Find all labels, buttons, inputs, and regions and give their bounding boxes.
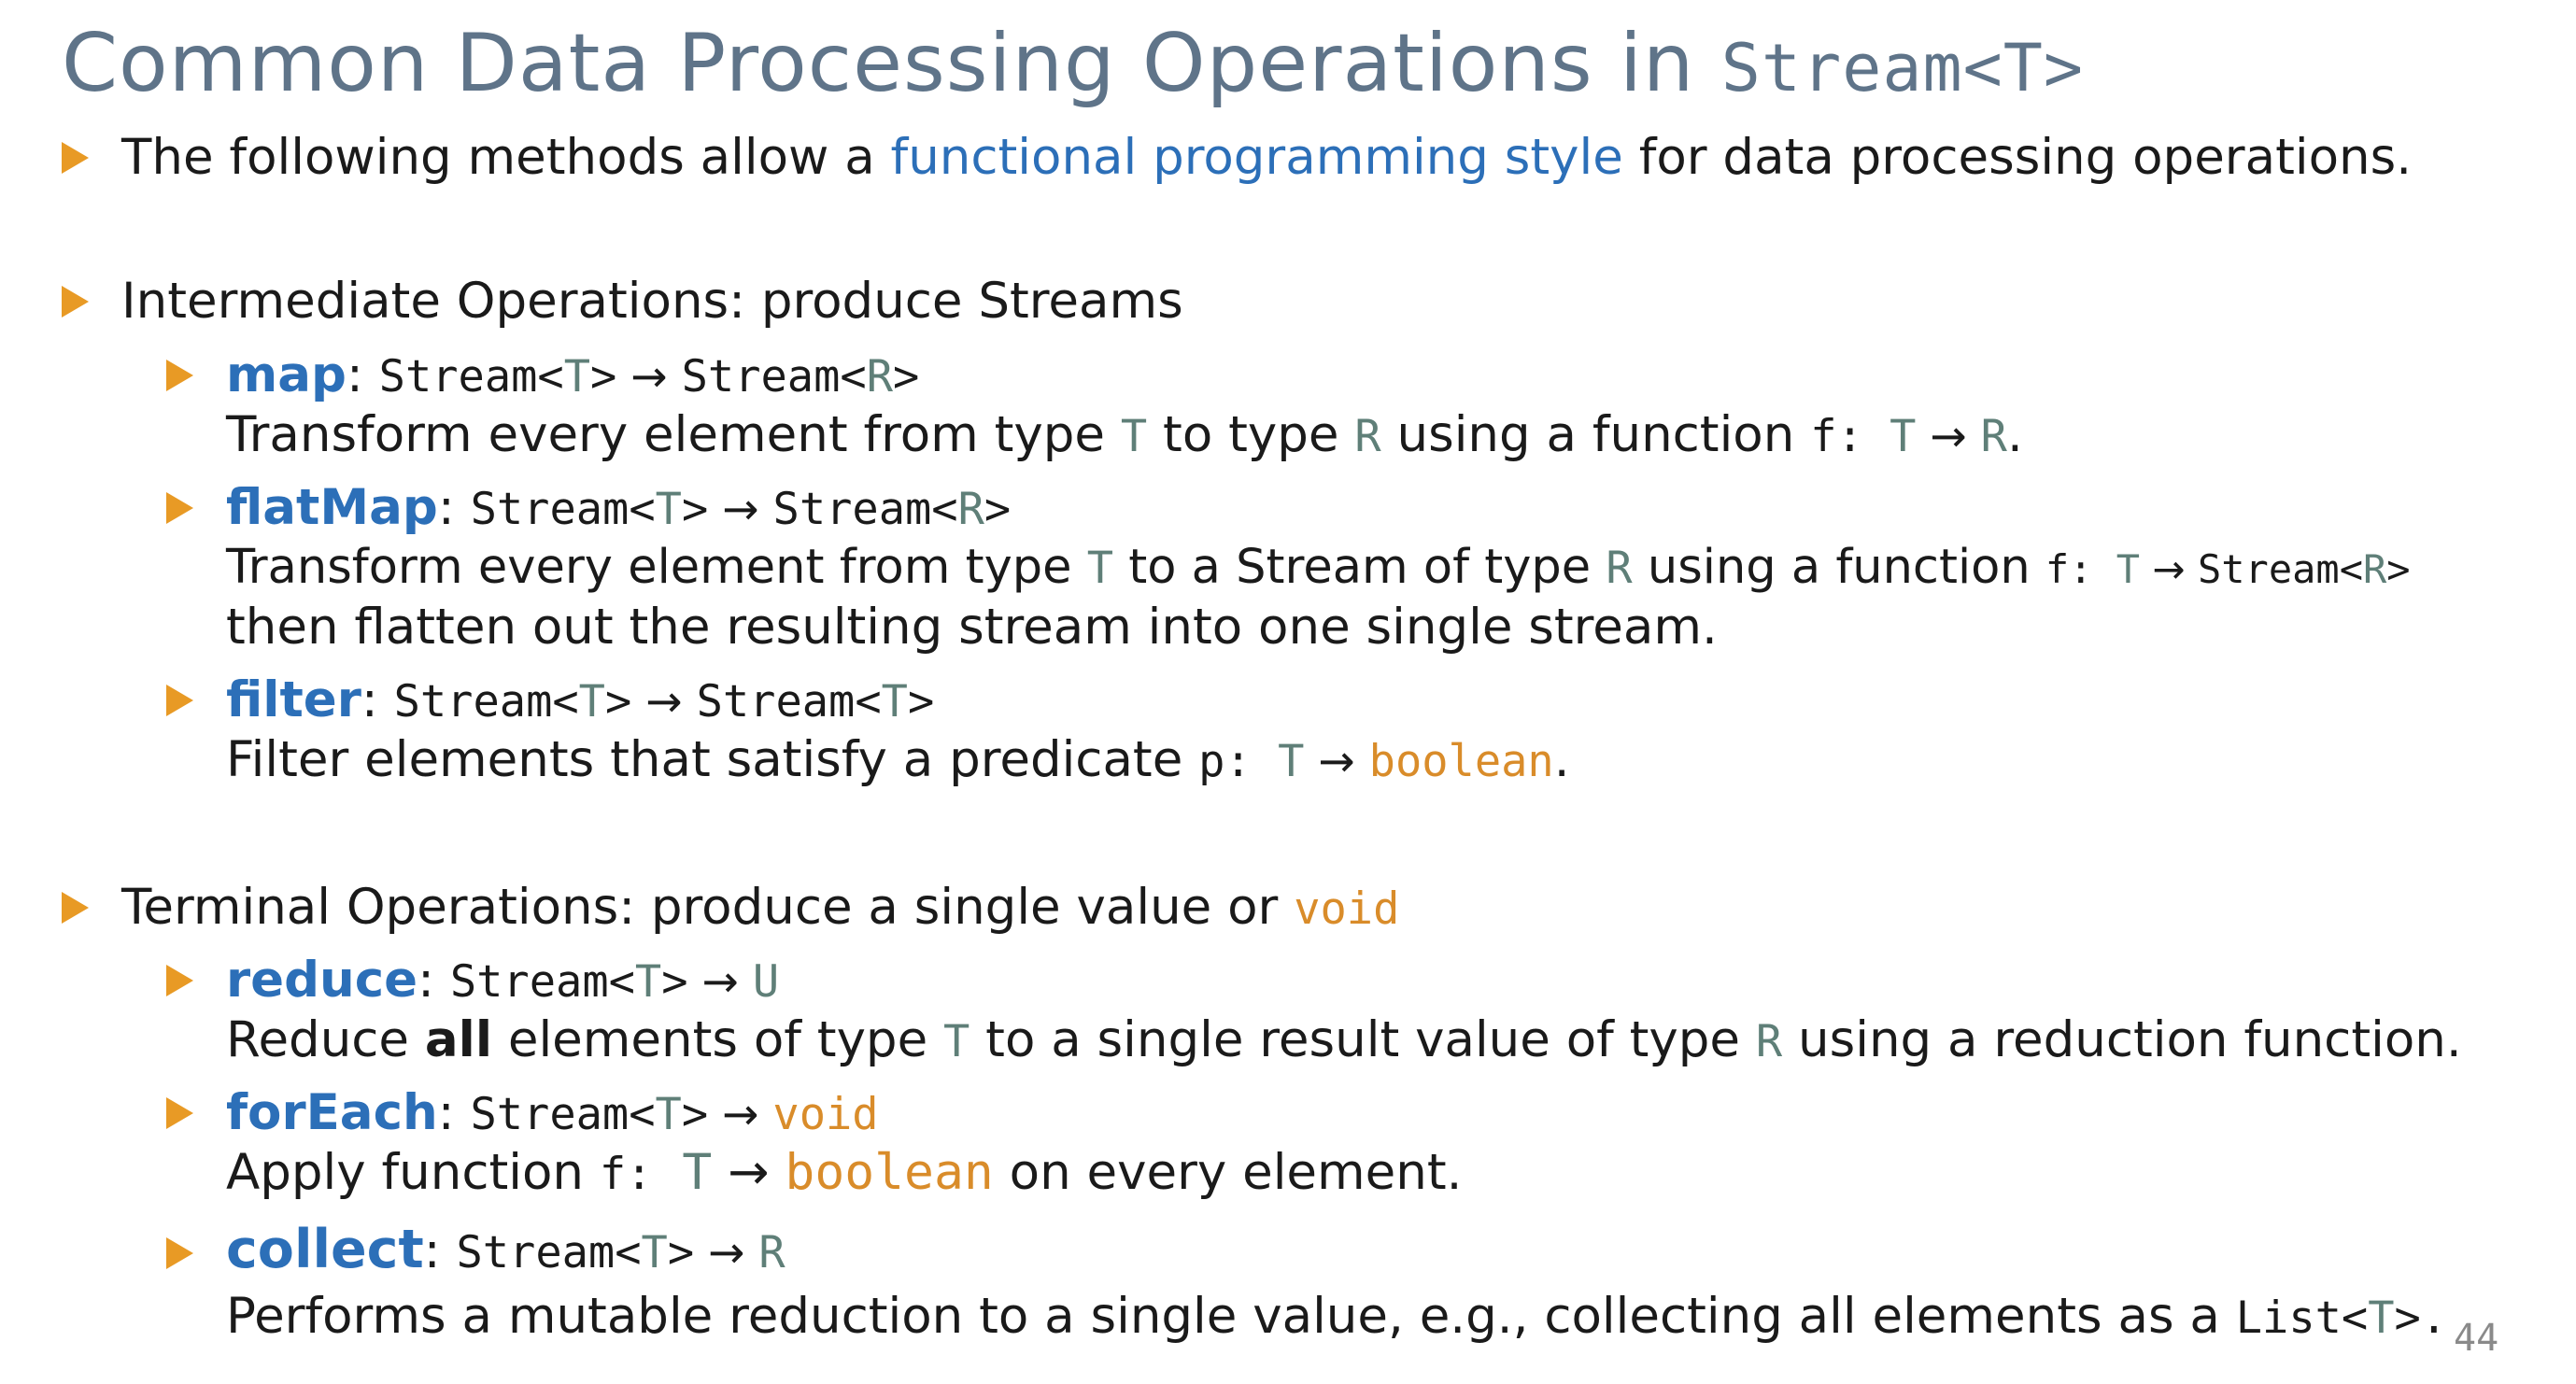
bullet-icon [62,142,89,174]
collect-description: Performs a mutable reduction to a single… [226,1288,2448,1345]
arrow-icon: → [722,484,759,535]
bullet-icon [166,1237,193,1269]
arrow-icon: → [722,1089,759,1140]
arrow-icon: → [1930,411,1967,462]
map-signature: map: Stream<T> → Stream<R> [226,346,920,403]
arrow-icon: → [645,676,683,727]
method-name-reduce: reduce [226,952,418,1009]
method-name-collect: collect [226,1219,424,1280]
collect-signature: collect: Stream<T> → R [226,1219,786,1280]
bullet-icon [166,1097,193,1129]
arrow-icon: → [630,351,668,402]
bullet-icon [166,492,193,524]
bullet-icon [166,360,193,391]
intro-highlight: functional programming style [890,129,1623,186]
bullet-icon [166,965,193,996]
arrow-icon: → [728,1144,770,1201]
reduce-signature: reduce: Stream<T> → U [226,952,780,1009]
slide: Common Data Processing Operations in Str… [0,0,2576,1384]
page-number: 44 [2454,1317,2499,1360]
method-name-map: map [226,346,347,403]
intermediate-heading: Intermediate Operations: produce Streams [121,273,1183,330]
method-name-flatmap: flatMap [226,479,438,536]
reduce-description: Reduce all elements of type T to a singl… [226,1011,2462,1068]
flatmap-description: Transform every element from type T to a… [226,540,2411,595]
method-name-filter: filter [226,671,361,728]
flatmap-signature: flatMap: Stream<T> → Stream<R> [226,479,1012,536]
flatmap-description-2: then flatten out the resulting stream in… [226,599,1718,656]
terminal-heading: Terminal Operations: produce a single va… [121,879,1400,936]
bullet-icon [62,286,89,318]
foreach-signature: forEach: Stream<T> → void [226,1084,879,1141]
title-code: Stream<T> [1720,30,2085,106]
map-description: Transform every element from type T to t… [226,406,2023,463]
filter-signature: filter: Stream<T> → Stream<T> [226,671,935,728]
arrow-icon: → [2152,546,2186,592]
bullet-icon [166,685,193,716]
title-text: Common Data Processing Operations in [62,17,1721,110]
bullet-icon [62,892,89,924]
arrow-icon: → [708,1227,745,1278]
slide-title: Common Data Processing Operations in Str… [62,17,2084,110]
arrow-icon: → [1318,736,1355,787]
method-name-foreach: forEach [226,1084,438,1141]
arrow-icon: → [701,956,739,1008]
filter-description: Filter elements that satisfy a predicate… [226,731,1570,788]
foreach-description: Apply function f: T → boolean on every e… [226,1144,1463,1201]
intro-text: The following methods allow a functional… [121,129,2413,186]
